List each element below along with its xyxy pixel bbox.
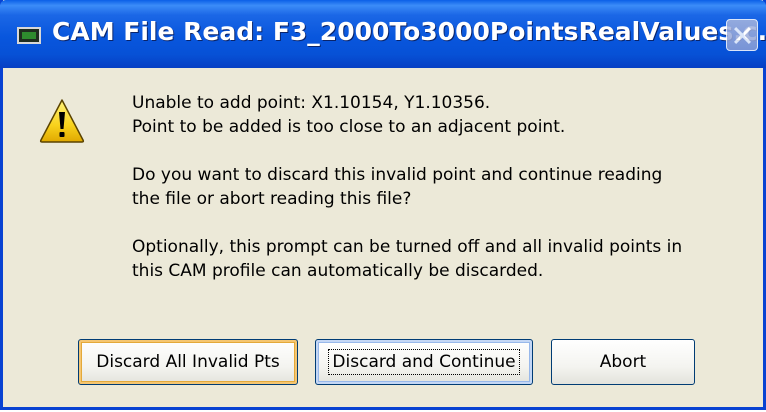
message-line: this CAM profile can automatically be di…: [132, 261, 544, 281]
cam-app-icon: [17, 27, 41, 44]
message-line: Optionally, this prompt can be turned of…: [132, 237, 683, 257]
abort-label: Abort: [599, 352, 647, 372]
close-icon[interactable]: [726, 19, 758, 51]
dialog-window: CAM File Read: F3_2000To3000PointsRealVa…: [0, 0, 766, 410]
message-paragraph-1: Unable to add point: X1.10154, Y1.10356.…: [132, 91, 752, 139]
message-paragraph-3: Optionally, this prompt can be turned of…: [132, 235, 752, 283]
message-line: Do you want to discard this invalid poin…: [132, 165, 663, 185]
discard-all-invalid-button[interactable]: Discard All Invalid Pts: [78, 339, 298, 385]
message-line: Unable to add point: X1.10154, Y1.10356.: [132, 93, 491, 113]
warning-icon: [39, 99, 85, 143]
message-paragraph-2: Do you want to discard this invalid poin…: [132, 163, 752, 211]
title-bar[interactable]: CAM File Read: F3_2000To3000PointsRealVa…: [0, 0, 766, 68]
discard-and-continue-button[interactable]: Discard and Continue: [315, 339, 533, 385]
discard-all-invalid-label: Discard All Invalid Pts: [96, 352, 280, 372]
abort-button[interactable]: Abort: [551, 339, 695, 385]
message-line: the file or abort reading this file?: [132, 189, 412, 209]
message-line: Point to be added is too close to an adj…: [132, 117, 566, 137]
window-title: CAM File Read: F3_2000To3000PointsRealVa…: [52, 17, 766, 46]
discard-and-continue-label: Discard and Continue: [328, 349, 520, 375]
dialog-message: Unable to add point: X1.10154, Y1.10356.…: [132, 91, 752, 307]
